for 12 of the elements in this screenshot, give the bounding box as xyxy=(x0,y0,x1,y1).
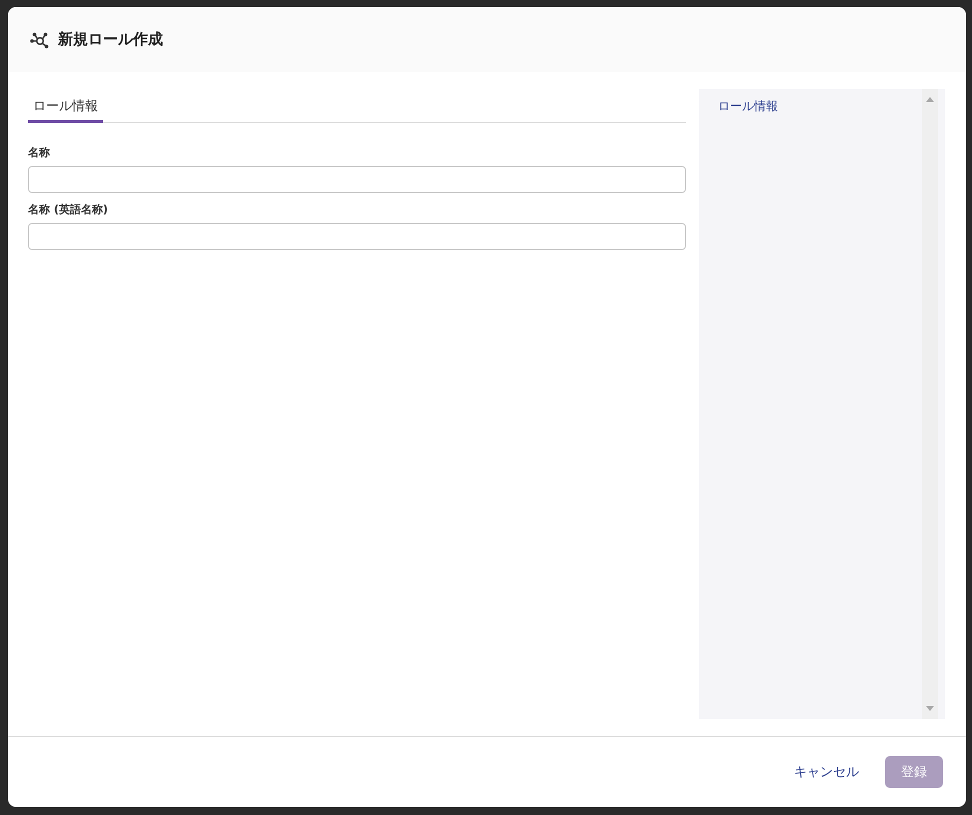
scroll-down-icon[interactable] xyxy=(926,706,934,711)
network-icon xyxy=(30,30,50,48)
dialog-title: 新規ロール作成 xyxy=(58,30,163,49)
nav-link[interactable]: ロール情報 xyxy=(718,98,903,115)
text-field[interactable] xyxy=(28,166,686,193)
text-field[interactable] xyxy=(28,223,686,250)
scroll-up-icon[interactable] xyxy=(926,97,934,102)
scrollbar[interactable] xyxy=(922,89,938,719)
field-label: 名称 xyxy=(28,145,51,160)
tab[interactable]: ロール情報 xyxy=(28,93,103,123)
cancel-button[interactable]: キャンセル xyxy=(782,757,871,787)
field-label: 名称 (英語名称) xyxy=(28,202,109,217)
